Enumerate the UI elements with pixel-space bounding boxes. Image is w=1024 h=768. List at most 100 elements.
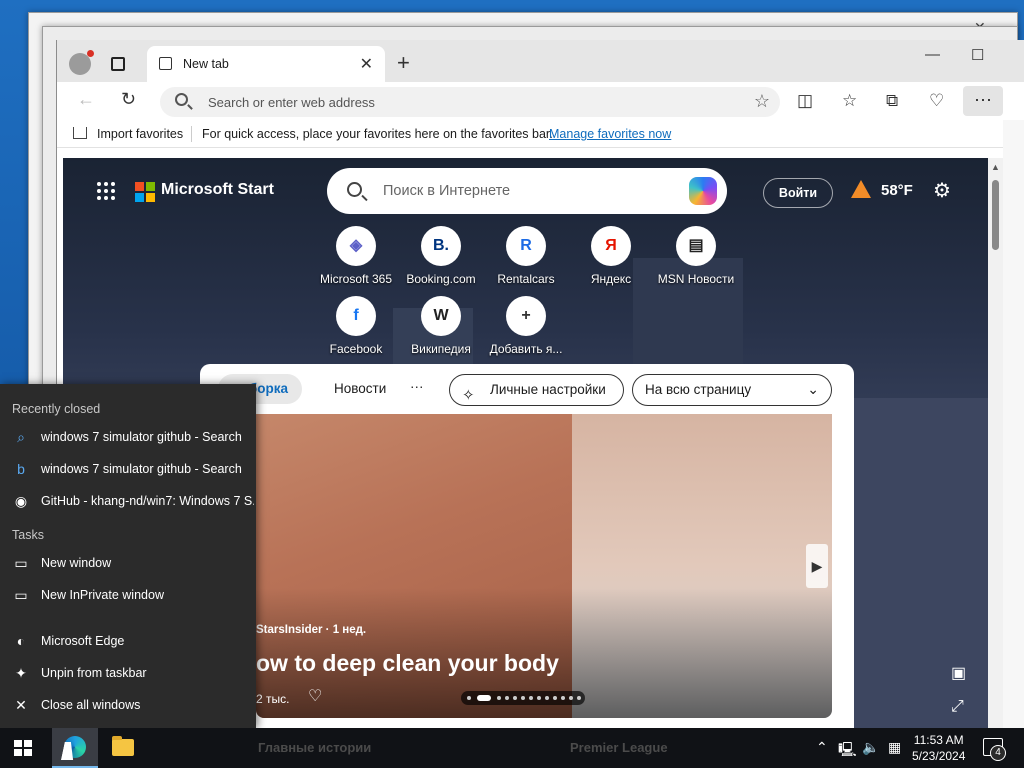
quick-link[interactable]: + Добавить я...: [481, 296, 571, 356]
favorite-star-icon[interactable]: ☆: [754, 91, 770, 112]
address-bar[interactable]: Search or enter web address ☆: [160, 87, 780, 117]
page-icon: [159, 57, 172, 70]
split-screen-icon[interactable]: ◫: [797, 91, 813, 111]
more-tabs-button[interactable]: ···: [410, 379, 424, 394]
dislike-icon[interactable]: ♡: [308, 686, 322, 706]
browser-essentials-icon[interactable]: ♡: [929, 91, 944, 111]
add-icon: +: [506, 296, 546, 336]
quick-link[interactable]: ▤ MSN Новости: [651, 226, 741, 286]
article-headline[interactable]: ow to deep clean your body: [256, 650, 559, 677]
bing-icon: b: [17, 461, 25, 477]
yandex-icon: Я: [591, 226, 631, 266]
next-arrow-button[interactable]: ▶: [806, 544, 828, 588]
quick-link-label: Википедия: [411, 342, 471, 356]
taskbar-league-ticker[interactable]: Premier League: [570, 740, 668, 755]
favorites-icon[interactable]: ☆: [842, 91, 857, 111]
copilot-icon[interactable]: [689, 177, 717, 205]
page-scrollbar[interactable]: ▲: [988, 158, 1003, 728]
layout-select-value: На всю страницу: [645, 382, 752, 397]
msn-news-icon: ▤: [676, 226, 716, 266]
quick-link-label: Яндекс: [590, 272, 632, 286]
sidebar-strip: [1003, 120, 1024, 728]
booking-icon: B.: [421, 226, 461, 266]
jump-list-item[interactable]: ⌕ windows 7 simulator github - Search: [0, 422, 256, 452]
carousel-dots[interactable]: [461, 691, 585, 705]
edge-jump-list: Recently closed ⌕ windows 7 simulator git…: [0, 384, 256, 728]
microsoft365-icon: ◈: [336, 226, 376, 266]
favorites-hint: For quick access, place your favorites h…: [202, 127, 553, 141]
weather-alert-icon[interactable]: [851, 180, 871, 198]
hero-article-card[interactable]: ▶ StarsInsider · 1 нед. ow to deep clean…: [256, 414, 832, 718]
login-button[interactable]: Войти: [763, 178, 833, 208]
facebook-icon: f: [336, 296, 376, 336]
quick-link[interactable]: ◈ Microsoft 365: [311, 226, 401, 286]
expand-icon[interactable]: ⤢: [951, 698, 964, 716]
quick-link-label: Добавить я...: [489, 342, 563, 356]
close-icon: ✕: [15, 697, 27, 713]
like-count[interactable]: 2 тыс.: [256, 692, 289, 706]
settings-more-button[interactable]: ···: [963, 86, 1003, 116]
scroll-up-icon[interactable]: ▲: [991, 162, 1000, 172]
tab-news[interactable]: Новости: [334, 381, 386, 396]
image-info-icon[interactable]: ▣: [951, 663, 966, 683]
tab-new-tab[interactable]: New tab ✕: [147, 46, 385, 82]
back-button[interactable]: ←: [77, 89, 95, 110]
taskbar-news-ticker[interactable]: Главные истории: [258, 740, 371, 755]
maximize-button[interactable]: ☐: [971, 46, 984, 64]
quick-link[interactable]: f Facebook: [311, 296, 401, 356]
feed-panel: ыборка Новости ··· ✧ Личные настройки На…: [200, 364, 854, 728]
chevron-up-icon[interactable]: ⌃: [816, 739, 828, 756]
close-tab-icon[interactable]: ✕: [360, 54, 373, 74]
jump-list-item[interactable]: ✕ Close all windows: [0, 690, 256, 720]
system-clock[interactable]: 11:53 AM 5/23/2024: [912, 732, 965, 764]
quick-link-label: Microsoft 365: [319, 272, 393, 286]
tab-bar: New tab ✕ + — ☐: [57, 40, 1024, 82]
tab-actions-icon[interactable]: [111, 57, 125, 71]
jump-list-item[interactable]: ▭ New InPrivate window: [0, 580, 256, 610]
profile-avatar[interactable]: [69, 50, 94, 75]
import-icon: [73, 127, 87, 139]
microsoft-logo-icon: [135, 182, 155, 202]
jump-list-item[interactable]: ◉ GitHub - khang-nd/win7: Windows 7 S...: [0, 486, 256, 516]
clock-time: 11:53 AM: [913, 733, 964, 747]
recently-closed-heading: Recently closed: [12, 402, 101, 416]
jump-list-item[interactable]: ▭ New window: [0, 548, 256, 578]
web-search-box[interactable]: Поиск в Интернете: [327, 168, 727, 214]
brand-title[interactable]: Microsoft Start: [161, 181, 274, 199]
scroll-thumb[interactable]: [992, 180, 999, 250]
sparkle-icon: ✧: [462, 387, 475, 404]
personalize-button[interactable]: ✧ Личные настройки: [449, 374, 624, 406]
quick-link[interactable]: B. Booking.com: [396, 226, 486, 286]
quick-link[interactable]: R Rentalcars: [481, 226, 571, 286]
refresh-button[interactable]: ↻: [121, 89, 136, 110]
app-launcher-icon[interactable]: [97, 182, 115, 200]
network-icon[interactable]: 🖳: [838, 739, 857, 763]
jump-list-label: windows 7 simulator github - Search: [41, 430, 242, 444]
volume-icon[interactable]: 🔈: [862, 739, 879, 756]
jump-list-item[interactable]: ✦ Unpin from taskbar: [0, 658, 256, 688]
notification-badge: 4: [990, 745, 1006, 761]
gear-icon[interactable]: ⚙: [933, 178, 951, 203]
manage-favorites-link[interactable]: Manage favorites now: [549, 127, 671, 141]
clock-date: 5/23/2024: [912, 749, 966, 763]
toolbar: ← ↻ Search or enter web address ☆ ◫ ☆ ⧉ …: [57, 82, 1024, 120]
layout-select[interactable]: На всю страницу ⌄: [632, 374, 832, 406]
new-tab-button[interactable]: +: [397, 50, 410, 76]
minimize-button[interactable]: —: [925, 46, 940, 63]
start-button[interactable]: [14, 740, 32, 756]
file-explorer-icon[interactable]: [112, 736, 134, 756]
weather-temperature[interactable]: 58°F: [881, 182, 913, 199]
jump-list-item[interactable]: ◐ Microsoft Edge: [0, 626, 256, 656]
jump-list-label: Microsoft Edge: [41, 634, 125, 648]
import-favorites-button[interactable]: Import favorites: [97, 127, 183, 141]
quick-link[interactable]: W Википедия: [396, 296, 486, 356]
jump-list-item[interactable]: b windows 7 simulator github - Search: [0, 454, 256, 484]
search-icon: [347, 182, 362, 197]
jump-list-label: Unpin from taskbar: [41, 666, 147, 680]
tasks-heading: Tasks: [12, 528, 44, 542]
collections-icon[interactable]: ⧉: [886, 91, 898, 111]
jump-list-label: Close all windows: [41, 698, 141, 712]
tray-app-icon[interactable]: ▦: [888, 739, 901, 756]
quick-link[interactable]: Я Яндекс: [566, 226, 656, 286]
unpin-icon: ✦: [15, 665, 27, 681]
